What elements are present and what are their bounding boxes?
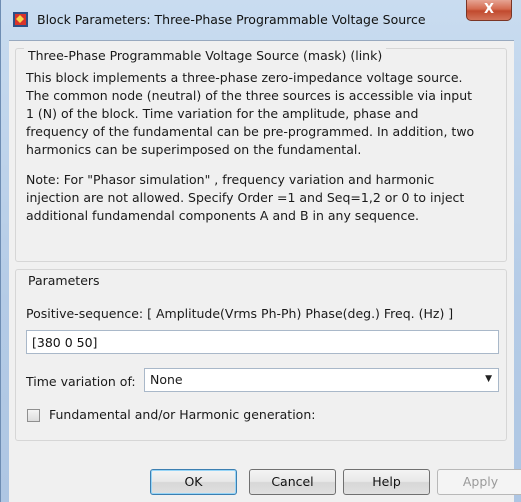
simulink-block-icon bbox=[13, 12, 28, 27]
title-bar[interactable]: Block Parameters: Three-Phase Programmab… bbox=[1, 0, 521, 38]
mask-description: This block implements a three-phase zero… bbox=[26, 70, 475, 157]
harmonic-generation-checkbox[interactable] bbox=[27, 409, 40, 422]
harmonic-generation-label[interactable]: Fundamental and/or Harmonic generation: bbox=[49, 407, 315, 422]
dialog-client-area: Three-Phase Programmable Voltage Source … bbox=[9, 40, 521, 502]
close-button[interactable]: X bbox=[466, 0, 512, 21]
cancel-button[interactable]: Cancel bbox=[249, 469, 336, 495]
positive-sequence-input[interactable] bbox=[26, 330, 499, 354]
mask-description-group: Three-Phase Programmable Voltage Source … bbox=[15, 48, 507, 262]
block-parameters-dialog: Block Parameters: Three-Phase Programmab… bbox=[0, 0, 521, 502]
time-variation-select[interactable]: None ▼ bbox=[144, 368, 499, 392]
help-button[interactable]: Help bbox=[343, 469, 430, 495]
positive-sequence-label: Positive-sequence: [ Amplitude(Vrms Ph-P… bbox=[26, 306, 454, 321]
time-variation-value: None bbox=[150, 372, 183, 387]
time-variation-label: Time variation of: bbox=[26, 374, 136, 389]
dropdown-arrow-icon: ▼ bbox=[485, 374, 492, 384]
parameters-group-title: Parameters bbox=[24, 273, 104, 288]
mask-note: Note: For "Phasor simulation" , frequenc… bbox=[26, 172, 465, 223]
mask-group-title: Three-Phase Programmable Voltage Source … bbox=[24, 48, 387, 63]
ok-button[interactable]: OK bbox=[150, 469, 237, 495]
window-title: Block Parameters: Three-Phase Programmab… bbox=[37, 12, 426, 27]
parameters-group: Parameters Positive-sequence: [ Amplitud… bbox=[15, 269, 507, 441]
close-icon: X bbox=[483, 2, 495, 17]
apply-button[interactable]: Apply bbox=[437, 469, 521, 495]
